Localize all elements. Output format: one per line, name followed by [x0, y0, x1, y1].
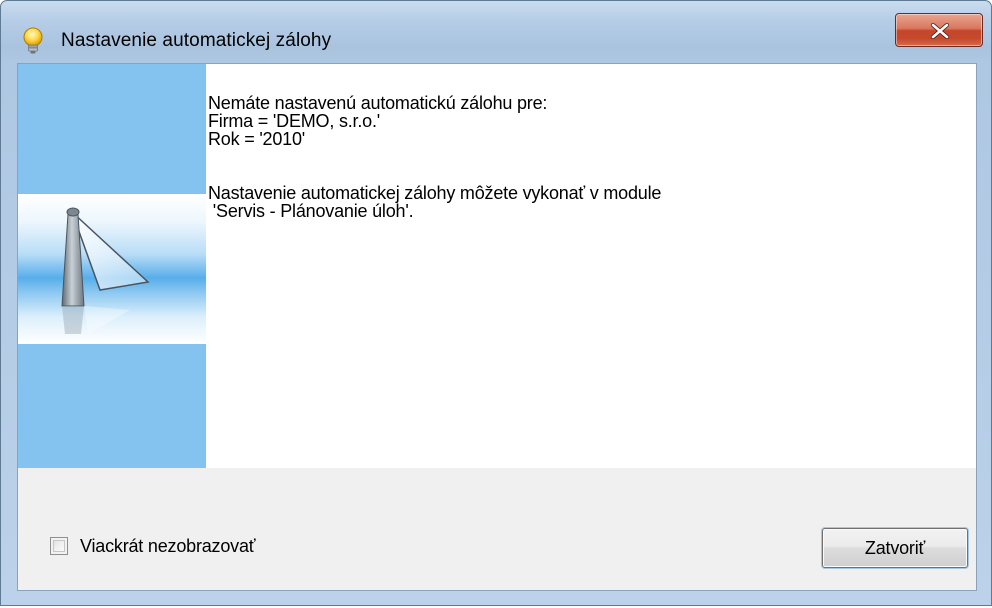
lightbulb-icon	[21, 27, 45, 55]
dialog-window: Nastavenie automatickej zálohy Nemáte na…	[0, 0, 992, 606]
dont-show-again-checkbox[interactable]	[50, 537, 68, 555]
title-bar[interactable]: Nastavenie automatickej zálohy	[1, 1, 991, 63]
close-icon	[930, 23, 950, 39]
message-line: Rok = '2010'	[208, 129, 306, 149]
message-line: Nemáte nastavenú automatickú zálohu pre:	[208, 93, 548, 113]
close-button[interactable]: Zatvoriť	[822, 528, 968, 568]
message-text: Nemáte nastavenú automatickú zálohu pre:…	[208, 94, 661, 220]
dont-show-again-label[interactable]: Viackrát nezobrazovať	[80, 536, 256, 557]
window-title: Nastavenie automatickej zálohy	[61, 30, 332, 51]
message-line: Firma = 'DEMO, s.r.o.'	[208, 111, 380, 131]
message-line: Nastavenie automatickej zálohy môžete vy…	[208, 183, 662, 203]
lighthouse-icon	[61, 207, 150, 334]
dialog-client-area: Nemáte nastavenú automatickú zálohu pre:…	[17, 63, 977, 591]
close-window-button[interactable]	[895, 13, 983, 47]
dialog-footer: Viackrát nezobrazovať Zatvoriť	[18, 468, 976, 590]
message-line: 'Servis - Plánovanie úloh'.	[208, 201, 414, 221]
message-area: Nemáte nastavenú automatickú zálohu pre:…	[18, 64, 976, 468]
dont-show-again-option[interactable]: Viackrát nezobrazovať	[50, 534, 256, 558]
message-spacer	[208, 148, 661, 184]
side-banner	[18, 64, 206, 468]
lighthouse-image	[18, 194, 206, 344]
